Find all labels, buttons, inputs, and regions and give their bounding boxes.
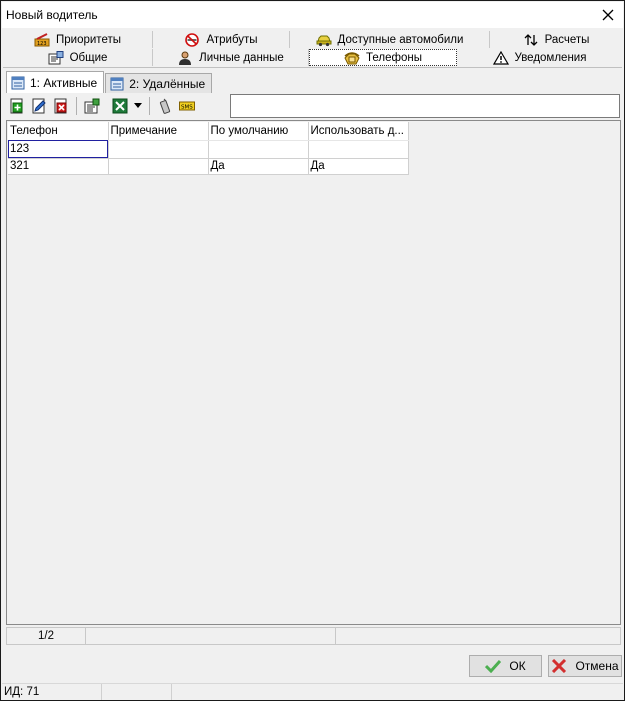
ok-button[interactable]: ОК bbox=[469, 655, 542, 677]
toolbar-separator bbox=[149, 97, 150, 115]
up-down-arrows-icon bbox=[523, 33, 539, 47]
tab-attributes[interactable]: Атрибуты bbox=[153, 31, 290, 48]
add-record-button[interactable] bbox=[6, 95, 28, 117]
tab-label: Доступные автомобили bbox=[337, 33, 464, 46]
table-cell[interactable] bbox=[108, 158, 209, 175]
properties-button[interactable] bbox=[81, 95, 103, 117]
priority-icon: 123 bbox=[34, 32, 50, 47]
tab-label: Расчеты bbox=[544, 33, 590, 46]
delete-record-button[interactable] bbox=[50, 95, 72, 117]
tab-notifications[interactable]: Уведомления bbox=[457, 49, 622, 66]
add-icon bbox=[10, 98, 23, 114]
tab-label: Телефоны bbox=[366, 51, 422, 64]
tab-label: Уведомления bbox=[514, 51, 587, 64]
search-input[interactable] bbox=[230, 94, 620, 118]
tab-label: Приоритеты bbox=[56, 33, 121, 46]
window-title: Новый водитель bbox=[6, 8, 98, 22]
tab-calculations[interactable]: Расчеты bbox=[490, 31, 622, 48]
subtab-deleted[interactable]: 2: Удалённые bbox=[105, 73, 213, 93]
phone-call-button[interactable] bbox=[154, 95, 176, 117]
column-header-phone[interactable]: Телефон bbox=[8, 122, 109, 141]
title-bar: Новый водитель bbox=[2, 2, 623, 28]
status-cell bbox=[102, 684, 172, 700]
close-button[interactable] bbox=[597, 5, 619, 25]
table-header-row: Телефон Примечание По умолчанию Использо… bbox=[8, 122, 409, 141]
ok-button-label: ОК bbox=[509, 659, 526, 673]
tab-label: Личные данные bbox=[199, 51, 284, 64]
table-cell[interactable] bbox=[308, 140, 409, 159]
excel-icon bbox=[112, 98, 128, 114]
sms-button[interactable]: SMS bbox=[176, 95, 198, 117]
toolbar-separator bbox=[76, 97, 77, 115]
table-cell[interactable]: 321 bbox=[8, 158, 109, 175]
chevron-down-icon bbox=[134, 103, 142, 108]
svg-text:123: 123 bbox=[37, 41, 47, 47]
edit-icon bbox=[32, 98, 46, 114]
tab-row-1: 123 Приоритеты Атрибуты Доступные автомо… bbox=[3, 31, 622, 48]
tab-general[interactable]: Общие bbox=[3, 49, 153, 66]
grid-status-cell bbox=[336, 628, 620, 644]
status-bar: ИД: 71 bbox=[2, 683, 623, 700]
phone-icon bbox=[344, 51, 360, 65]
dialog-window: Новый водитель 123 Приоритеты Атрибуты Д… bbox=[0, 0, 625, 701]
person-icon bbox=[177, 51, 193, 65]
tab-priorities[interactable]: 123 Приоритеты bbox=[3, 31, 153, 48]
grid-list-icon bbox=[110, 77, 124, 90]
table-cell[interactable] bbox=[208, 140, 309, 159]
table-cell[interactable] bbox=[108, 140, 209, 159]
grid-status-cell bbox=[86, 628, 336, 644]
phones-grid: Телефон Примечание По умолчанию Использо… bbox=[6, 120, 621, 625]
tab-available-cars[interactable]: Доступные автомобили bbox=[290, 31, 490, 48]
column-header-use-for[interactable]: Использовать д... bbox=[308, 122, 409, 141]
status-cell bbox=[172, 684, 623, 700]
phones-table: Телефон Примечание По умолчанию Использо… bbox=[8, 122, 409, 175]
subtab-label: 2: Удалённые bbox=[129, 76, 206, 91]
table-row[interactable]: 123 bbox=[8, 140, 409, 159]
table-cell[interactable]: Да bbox=[308, 158, 409, 175]
tab-divider bbox=[3, 67, 622, 68]
tab-phones[interactable]: Телефоны bbox=[309, 49, 457, 66]
properties-icon bbox=[48, 50, 64, 65]
subtab-label: 1: Активные bbox=[30, 75, 98, 90]
record-id: ИД: 71 bbox=[2, 684, 102, 700]
tab-personal-data[interactable]: Личные данные bbox=[153, 49, 309, 66]
subtab-active[interactable]: 1: Активные bbox=[6, 71, 105, 93]
subtab-bar: 1: Активные 2: Удалённые bbox=[6, 71, 213, 93]
no-smoking-icon bbox=[184, 32, 200, 47]
record-position: 1/2 bbox=[7, 628, 86, 644]
car-icon bbox=[316, 33, 332, 47]
mobile-phone-icon bbox=[159, 98, 171, 114]
grid-list-icon bbox=[11, 76, 25, 89]
export-dropdown-arrow[interactable] bbox=[131, 95, 145, 117]
delete-icon bbox=[54, 98, 67, 114]
tab-label: Общие bbox=[69, 51, 108, 64]
properties-icon bbox=[84, 98, 100, 114]
sms-icon: SMS bbox=[179, 101, 195, 111]
toolbar: SMS bbox=[6, 94, 228, 118]
edit-record-button[interactable] bbox=[28, 95, 50, 117]
column-header-default[interactable]: По умолчанию bbox=[208, 122, 309, 141]
cross-icon bbox=[552, 659, 567, 673]
export-excel-button[interactable] bbox=[109, 95, 131, 117]
checkmark-icon bbox=[485, 659, 502, 673]
warning-icon bbox=[492, 50, 509, 65]
table-row[interactable]: 321 Да Да bbox=[8, 158, 409, 175]
close-icon bbox=[602, 9, 614, 21]
cancel-button-label: Отмена bbox=[575, 659, 619, 673]
table-cell[interactable]: Да bbox=[208, 158, 309, 175]
column-header-note[interactable]: Примечание bbox=[108, 122, 209, 141]
tab-label: Атрибуты bbox=[206, 33, 258, 46]
tab-row-2: Общие Личные данные Телефоны Уведомления bbox=[3, 49, 622, 66]
table-cell[interactable]: 123 bbox=[8, 140, 109, 159]
cancel-button[interactable]: Отмена bbox=[548, 655, 622, 677]
svg-text:SMS: SMS bbox=[181, 105, 193, 111]
grid-status-bar: 1/2 bbox=[6, 627, 621, 645]
